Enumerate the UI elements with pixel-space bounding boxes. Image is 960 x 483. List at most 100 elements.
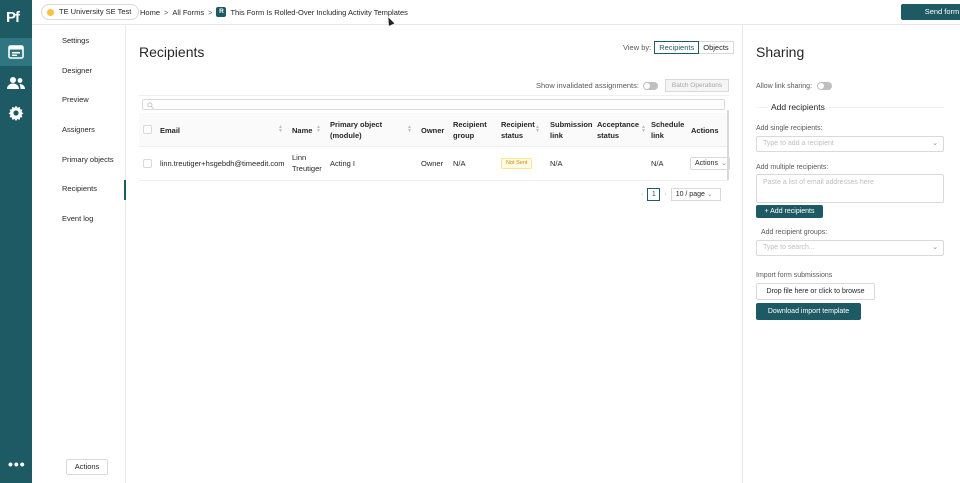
table-row[interactable]: linn.treutiger+hsgebdh@timeedit.com Linn… (139, 147, 730, 181)
status-badge: Not Sent (501, 158, 533, 169)
next-page-icon[interactable]: › (664, 191, 666, 198)
sort-icon[interactable]: ▲ ▼ (641, 125, 646, 134)
table-search-input[interactable] (142, 99, 725, 110)
col-recipient-status[interactable]: Recipient status (501, 119, 537, 141)
show-invalidated-toggle[interactable] (642, 81, 658, 90)
nav-item-assigners[interactable]: Assigners (62, 125, 95, 134)
col-recipient-group[interactable]: Recipient group (453, 119, 493, 141)
top-bar: TE University SE Test Home > All Forms >… (32, 0, 960, 25)
form-nav: Settings Designer Preview Assigners Prim… (32, 25, 126, 483)
chevron-down-icon: ⌄ (932, 244, 938, 251)
sort-icon[interactable]: ▲ ▼ (407, 125, 412, 134)
view-objects-option[interactable]: Objects (699, 41, 734, 54)
sharing-title: Sharing (756, 44, 805, 60)
org-name: TE University SE Test (59, 7, 132, 16)
file-drop-zone[interactable]: Drop file here or click to browse (756, 283, 875, 300)
col-schedule-link[interactable]: Schedule link (651, 119, 685, 141)
select-all-checkbox[interactable] (143, 125, 152, 134)
single-recipient-placeholder: Type to add a recipient (763, 140, 834, 147)
col-name[interactable]: Name (292, 125, 312, 136)
allow-link-sharing: Allow link sharing: (756, 82, 833, 90)
recipient-groups-input[interactable]: Type to search... ⌄ (756, 240, 944, 256)
cell-owner: Owner (421, 159, 444, 168)
cell-recipient-group: N/A (453, 159, 466, 168)
users-icon[interactable] (6, 73, 26, 93)
prev-page-icon[interactable]: ‹ (641, 191, 643, 198)
cell-submission-link: N/A (550, 159, 563, 168)
recipients-panel: Recipients View by: Recipients Objects S… (126, 25, 742, 483)
sort-icon[interactable]: ▲ ▼ (278, 125, 283, 134)
breadcrumb-all-forms[interactable]: All Forms (172, 8, 204, 17)
sharing-panel: Sharing Allow link sharing: Add recipien… (742, 25, 960, 483)
chevron-down-icon: ⌄ (706, 191, 713, 198)
page-size-value: 10 / page (675, 191, 705, 198)
forms-icon[interactable] (0, 38, 32, 66)
divider (829, 107, 944, 108)
chevron-down-icon: ⌄ (932, 140, 938, 147)
send-form-button[interactable]: Send form (901, 4, 960, 20)
view-by-label: View by: (623, 43, 652, 52)
cell-name: Linn Treutiger (292, 153, 322, 173)
row-actions-label: Actions (695, 160, 718, 167)
nav-item-recipients[interactable]: Recipients (62, 184, 97, 193)
view-recipients-option[interactable]: Recipients (654, 41, 700, 54)
sort-icon[interactable]: ▲ ▼ (316, 125, 321, 134)
divider (756, 107, 768, 108)
nav-item-event-log[interactable]: Event log (62, 214, 93, 223)
col-submission-link[interactable]: Submission link (550, 119, 593, 141)
table-scrollbar[interactable] (727, 110, 729, 180)
batch-operations-button[interactable]: Batch Operations (665, 79, 729, 92)
single-recipient-input[interactable]: Type to add a recipient ⌄ (756, 136, 944, 152)
single-recipients-label: Add single recipients: (756, 125, 823, 132)
breadcrumb-home[interactable]: Home (140, 8, 160, 17)
col-acceptance-status[interactable]: Acceptance status (597, 119, 639, 141)
show-invalidated-label: Show invalidated assignments: (536, 81, 639, 90)
show-invalidated: Show invalidated assignments: (536, 81, 658, 90)
multiple-recipients-label: Add multiple recipients: (756, 164, 829, 171)
import-label: Import form submissions (756, 272, 833, 279)
nav-item-preview[interactable]: Preview (62, 95, 89, 104)
allow-link-sharing-toggle[interactable] (817, 82, 833, 90)
form-type-badge: R (216, 7, 227, 17)
sort-icon[interactable]: ▲ ▼ (535, 125, 540, 134)
settings-icon[interactable] (6, 103, 26, 123)
row-checkbox[interactable] (143, 159, 152, 168)
col-email[interactable]: Email (160, 125, 180, 136)
add-recipients-button-label: Add recipients (770, 208, 815, 215)
add-recipients-heading: Add recipients (771, 102, 825, 112)
recipient-groups-placeholder: Type to search... (763, 244, 815, 251)
col-owner[interactable]: Owner (421, 125, 444, 136)
nav-actions-button[interactable]: Actions (66, 459, 108, 475)
col-actions: Actions (691, 126, 719, 135)
org-status-dot (47, 8, 54, 16)
col-primary-object[interactable]: Primary object (module) (330, 119, 386, 141)
cell-primary-object: Acting I (330, 159, 356, 168)
table-header: Email ▲ ▼ Name ▲ ▼ Primary object (module)… (139, 113, 729, 147)
more-icon[interactable]: ••• (8, 456, 26, 472)
allow-link-sharing-label: Allow link sharing: (756, 82, 813, 90)
recipients-table: Email ▲ ▼ Name ▲ ▼ Primary object (module)… (139, 95, 730, 181)
page-size-select[interactable]: 10 / page ⌄ (670, 188, 721, 201)
pagination: ‹ 1 › 10 / page ⌄ (641, 188, 721, 201)
app-logo[interactable]: Pf (6, 9, 20, 26)
nav-item-settings[interactable]: Settings (62, 36, 89, 45)
download-template-button[interactable]: Download import template (756, 303, 861, 320)
page-number[interactable]: 1 (647, 188, 661, 201)
plus-icon: + (764, 208, 769, 215)
recipient-groups-label: Add recipient groups: (761, 229, 828, 236)
breadcrumb-current-form: This Form Is Rolled-Over Including Activ… (230, 7, 408, 17)
breadcrumb-separator: > (208, 7, 213, 17)
row-actions-select[interactable]: Actions ⌄ (690, 157, 730, 170)
cell-email: linn.treutiger+hsgebdh@timeedit.com (160, 159, 285, 168)
nav-item-primary-objects[interactable]: Primary objects (62, 155, 114, 164)
breadcrumb: Home > All Forms > R This Form Is Rolled… (140, 7, 408, 17)
search-icon (147, 101, 154, 109)
add-recipients-button[interactable]: + Add recipients (756, 205, 823, 218)
nav-item-designer[interactable]: Designer (62, 66, 92, 75)
multiple-recipients-placeholder: Paste a list of email addresses here (763, 179, 874, 186)
multiple-recipients-textarea[interactable]: Paste a list of email addresses here (756, 174, 944, 203)
cell-schedule-link: N/A (651, 159, 664, 168)
org-switcher[interactable]: TE University SE Test (41, 4, 140, 20)
app-rail: Pf ••• (0, 0, 32, 483)
breadcrumb-separator: > (164, 7, 169, 17)
